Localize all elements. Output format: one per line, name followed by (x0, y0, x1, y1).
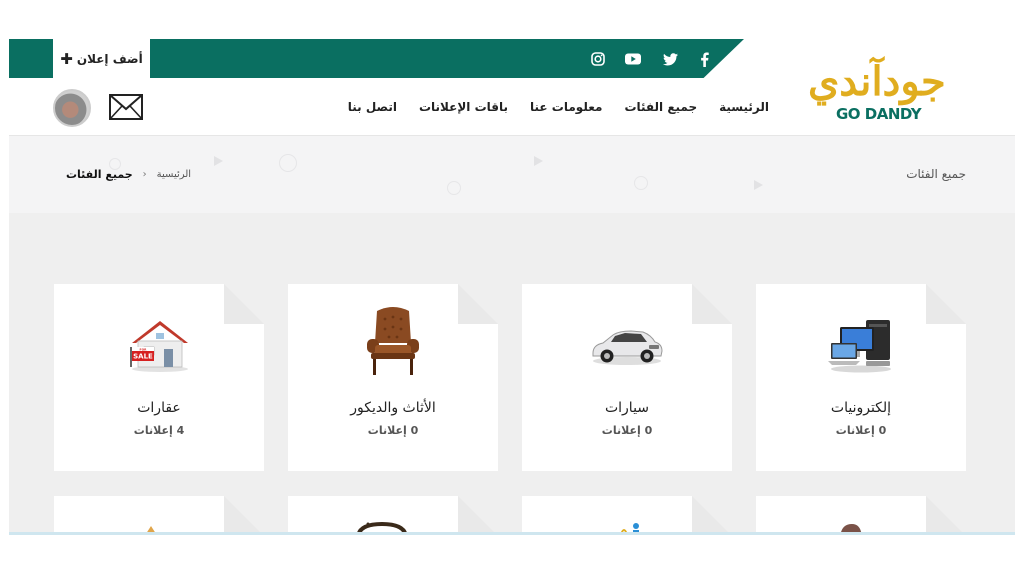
category-name: سيارات (604, 400, 650, 416)
top-bar: ✚ أضف إعلان (9, 39, 744, 78)
nav-item-about[interactable]: معلومات عنا (530, 100, 602, 114)
decor-triangle (534, 156, 543, 166)
category-card-real-estate[interactable]: FOR SALE عقارات 4 إعلانات (54, 284, 264, 471)
category-card-furniture[interactable]: الأثاث والديكور 0 إعلانات (288, 284, 498, 471)
envelope-icon[interactable] (108, 92, 144, 122)
breadcrumb: الرئيسية › جميع الفئات (66, 168, 191, 181)
computer-icon (756, 310, 966, 380)
main-nav: الرئيسية جميع الفئات معلومات عنا باقات ا… (348, 100, 769, 114)
logo-arabic-text: جودآندي (808, 58, 948, 105)
svg-text:FOR: FOR (140, 347, 148, 351)
logo-english-text: GO DANDY (836, 105, 922, 123)
facebook-icon[interactable] (694, 49, 714, 69)
nav-item-all-categories[interactable]: جميع الفئات (624, 100, 697, 114)
card-fold (458, 496, 498, 534)
category-card-partial[interactable] (288, 496, 498, 534)
categories-area: إلكترونيات 0 إعلانات سيارات 0 إعلانات ال… (9, 213, 1015, 534)
nav-item-contact[interactable]: اتصل بنا (348, 100, 397, 114)
site-logo[interactable]: جودآندي GO DANDY (806, 58, 966, 128)
breadcrumb-home[interactable]: الرئيسية (157, 169, 191, 180)
decor-triangle (214, 156, 223, 166)
category-ad-count: 0 إعلانات (835, 424, 887, 437)
nav-item-home[interactable]: الرئيسية (719, 100, 769, 114)
breadcrumb-band: الرئيسية › جميع الفئات جميع الفئات (9, 135, 1015, 213)
category-ad-count: 4 إعلانات (133, 424, 185, 437)
decor-triangle (754, 180, 763, 190)
category-card-partial[interactable] (54, 496, 264, 534)
category-name: عقارات (137, 400, 181, 416)
category-ad-count: 0 إعلانات (367, 424, 419, 437)
category-card-electronics[interactable]: إلكترونيات 0 إعلانات (756, 284, 966, 471)
category-card-cars[interactable]: سيارات 0 إعلانات (522, 284, 732, 471)
youtube-icon[interactable] (623, 49, 643, 69)
category-card-partial[interactable] (522, 496, 732, 534)
breadcrumb-current: جميع الفئات (66, 168, 133, 181)
card-fold (692, 496, 732, 534)
card-fold (224, 496, 264, 534)
category-name: إلكترونيات (830, 400, 892, 416)
add-ad-label: أضف إعلان (76, 51, 143, 66)
twitter-icon[interactable] (660, 49, 680, 69)
car-icon (522, 310, 732, 380)
decor-circle (634, 176, 648, 190)
instagram-icon[interactable] (588, 49, 608, 69)
armchair-icon (288, 306, 498, 376)
bottom-divider (9, 532, 1015, 535)
category-ad-count: 0 إعلانات (601, 424, 653, 437)
house-for-sale-icon: FOR SALE (54, 310, 264, 380)
card-fold (926, 496, 966, 534)
add-ad-button[interactable]: ✚ أضف إعلان (53, 39, 150, 78)
breadcrumb-separator: › (142, 169, 147, 180)
nav-item-ad-packages[interactable]: باقات الإعلانات (419, 100, 508, 114)
decor-circle (279, 154, 297, 172)
page-title: جميع الفئات (906, 167, 966, 181)
user-avatar[interactable] (53, 89, 91, 127)
category-card-partial[interactable] (756, 496, 966, 534)
plus-icon: ✚ (60, 49, 73, 68)
category-name: الأثاث والديكور (350, 400, 436, 416)
svg-text:SALE: SALE (133, 353, 153, 361)
decor-circle (447, 181, 461, 195)
